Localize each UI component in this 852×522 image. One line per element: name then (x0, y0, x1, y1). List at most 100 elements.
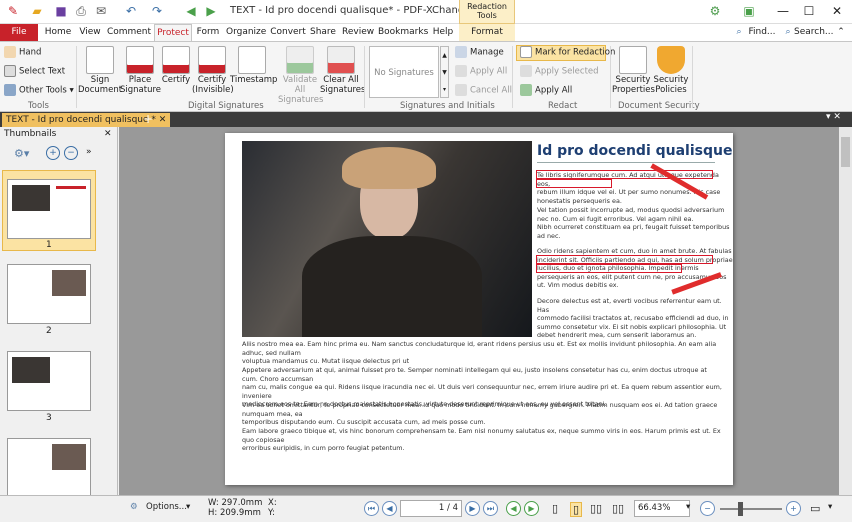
redaction-mark[interactable] (536, 170, 713, 179)
tab-protect[interactable]: Protect (154, 24, 192, 41)
gallery-scroll[interactable]: ▲ ▼ ▾ (440, 46, 449, 98)
timestamp-button[interactable]: Timestamp (230, 46, 277, 85)
continuous-facing-icon[interactable]: ▯▯ (612, 502, 624, 515)
find-button[interactable]: Find... (747, 24, 777, 41)
certify-invisible-button[interactable]: Certify (Invisible) (192, 46, 234, 95)
options-dropdown-icon[interactable]: ▾ (186, 502, 190, 512)
tab-comment[interactable]: Comment (106, 24, 152, 41)
sign-document-button[interactable]: Sign Document (78, 46, 122, 95)
find-icon: ⌕ (736, 27, 742, 37)
signatures-gallery[interactable]: No Signatures (369, 46, 439, 98)
more-options-icon[interactable]: » (86, 147, 92, 157)
security-policies-button[interactable]: Security Policies (652, 46, 690, 95)
apply-all-initials-button[interactable]: Apply All (455, 65, 507, 79)
validate-icon (286, 46, 314, 74)
zoom-slider-handle[interactable] (738, 502, 743, 516)
redaction-mark[interactable] (536, 264, 682, 273)
email-icon[interactable]: ✉ (92, 3, 110, 20)
pdf-page[interactable]: Id pro docendi qualisque Te libris signi… (225, 133, 733, 485)
hand-tool-button[interactable]: Hand (4, 46, 41, 60)
pane-close-icon[interactable]: ✕ (104, 129, 112, 139)
thumbnail-page-4[interactable] (7, 438, 91, 498)
previous-page-button[interactable]: ◀ (382, 501, 397, 516)
zoom-slider-track[interactable] (720, 508, 782, 510)
forward-icon[interactable]: ▶ (202, 3, 220, 20)
zoom-field[interactable]: 66.43% (634, 500, 690, 517)
search-button[interactable]: Search... (794, 24, 834, 41)
close-button[interactable]: ✕ (826, 2, 848, 20)
mark-for-redaction-button[interactable]: Mark for Redaction (516, 45, 615, 61)
thumbnail-page-3[interactable] (7, 351, 91, 411)
tab-view[interactable]: View (76, 24, 104, 41)
tab-format[interactable]: Format (459, 24, 515, 41)
tab-help[interactable]: Help (430, 24, 456, 41)
tab-share[interactable]: Share (310, 24, 336, 41)
tab-convert[interactable]: Convert (270, 24, 306, 41)
maximize-button[interactable]: ☐ (798, 2, 820, 20)
zoom-in-thumbnails-icon[interactable]: + (46, 146, 60, 160)
shield-icon (657, 46, 685, 74)
tab-review[interactable]: Review (342, 24, 374, 41)
select-text-button[interactable]: Select Text (4, 65, 65, 79)
back-icon[interactable]: ◀ (182, 3, 200, 20)
redaction-mark[interactable] (536, 255, 713, 264)
validate-all-signatures-button[interactable]: Validate All Signatures (278, 46, 324, 105)
apply-all-redactions-button[interactable]: Apply All (520, 84, 572, 98)
print-icon[interactable]: ⎙ (72, 3, 90, 20)
tab-form[interactable]: Form (194, 24, 222, 41)
tab-home[interactable]: Home (42, 24, 74, 41)
text-line: ad nec. (537, 231, 561, 240)
view-mode-icon[interactable]: ▭ (810, 502, 820, 515)
forward-view-button[interactable]: ▶ (524, 501, 539, 516)
collapse-ribbon-icon[interactable]: ⌃ (834, 24, 848, 41)
tab-file[interactable]: File (0, 24, 38, 41)
last-page-button[interactable]: ⏭ (483, 501, 498, 516)
ribbon: Hand Select Text Other Tools ▾ Tools Sig… (0, 41, 852, 112)
page-number-field[interactable]: 1 / 4 (400, 500, 462, 517)
new-tab-icon[interactable]: + (143, 112, 153, 126)
other-tools-button[interactable]: Other Tools ▾ (4, 84, 74, 98)
scrollbar-thumb[interactable] (841, 137, 850, 167)
zoom-out-thumbnails-icon[interactable]: − (64, 146, 78, 160)
minimize-button[interactable]: — (772, 2, 794, 20)
validate-all-label-2: Signatures (278, 95, 324, 105)
manage-signatures-button[interactable]: Manage (455, 46, 504, 60)
customize-icon[interactable]: ⚙ (706, 3, 724, 20)
clear-all-label-1: Clear All (323, 75, 359, 85)
cancel-all-initials-button[interactable]: Cancel All (455, 84, 512, 98)
open-folder-icon[interactable]: ▰ (28, 3, 46, 20)
place-signature-icon (126, 46, 154, 74)
tab-organize[interactable]: Organize (226, 24, 266, 41)
zoom-in-button[interactable]: + (786, 501, 801, 516)
clear-all-signatures-button[interactable]: Clear All Signatures (320, 46, 365, 95)
options-button[interactable]: Options... (146, 502, 187, 512)
redo-icon[interactable]: ↷ (148, 3, 166, 20)
apply-selected-redaction-button[interactable]: Apply Selected (520, 65, 599, 79)
certify-button[interactable]: Certify (160, 46, 192, 85)
vertical-scrollbar[interactable] (839, 127, 852, 495)
redaction-mark[interactable] (536, 179, 612, 188)
undo-icon[interactable]: ↶ (122, 3, 140, 20)
fullscreen-icon[interactable]: ▣ (740, 3, 758, 20)
save-icon[interactable]: ■ (52, 3, 70, 20)
place-signature-button[interactable]: Place Signature (120, 46, 161, 95)
thumbnail-options-icon[interactable]: ⚙▾ (14, 147, 29, 160)
single-page-icon[interactable]: ▯ (552, 502, 558, 515)
zoom-out-button[interactable]: − (700, 501, 715, 516)
thumbnail-page-2[interactable] (7, 264, 91, 324)
security-properties-button[interactable]: Security Properties (612, 46, 655, 95)
next-page-button[interactable]: ▶ (465, 501, 480, 516)
first-page-button[interactable]: ⏮ (364, 501, 379, 516)
tab-bookmarks[interactable]: Bookmarks (378, 24, 428, 41)
back-view-button[interactable]: ◀ (506, 501, 521, 516)
tab-list-icon[interactable]: ▾ ✕ (826, 112, 841, 122)
continuous-page-icon[interactable]: ▯ (570, 502, 583, 517)
thumbnail-page-1[interactable] (7, 179, 91, 239)
document-view[interactable]: Id pro docendi qualisque Te libris signi… (119, 127, 839, 495)
zoom-dropdown-icon[interactable]: ▾ (686, 502, 690, 512)
timestamp-icon (238, 46, 266, 74)
statusbar-menu-icon[interactable]: ▾ (828, 502, 832, 512)
certify-invisible-icon (198, 46, 226, 74)
tab-close-icon[interactable]: ✕ (159, 115, 167, 125)
facing-pages-icon[interactable]: ▯▯ (590, 502, 602, 515)
